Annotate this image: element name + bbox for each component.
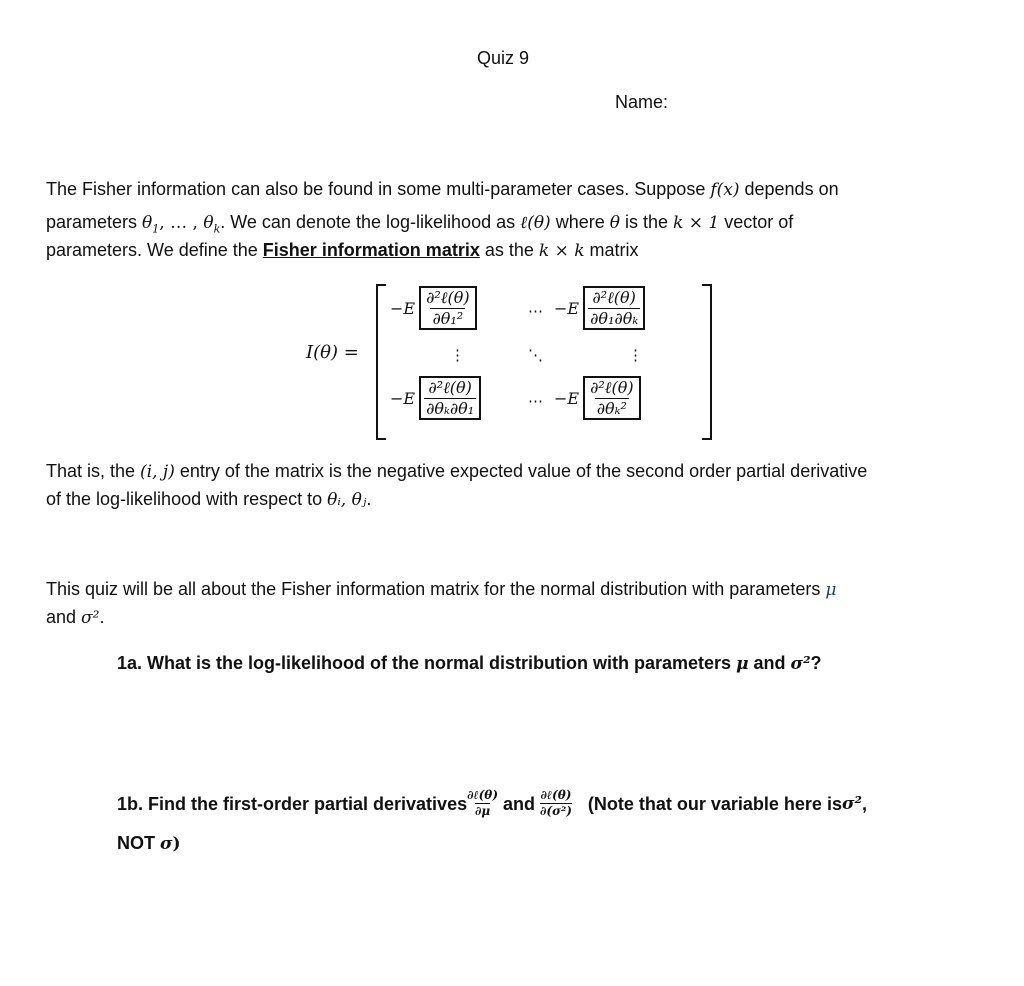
question-1a: 1a. What is the log-likelihood of the no… (117, 648, 822, 679)
expectation-bracket: ∂²ℓ(θ) ∂θ₁∂θₖ (583, 286, 646, 330)
partial-mu-fraction: ∂ℓ(θ) ∂μ (467, 788, 498, 819)
math-sigma-squared: σ² (81, 608, 100, 628)
intro-text: is the (619, 212, 674, 232)
frac-numerator: ∂²ℓ(θ) (426, 288, 470, 307)
intro-line-1: The Fisher information can also be found… (46, 174, 839, 205)
frac-numerator: ∂²ℓ(θ) (592, 288, 636, 307)
frac-denominator: ∂(σ²) (540, 803, 572, 818)
neg-expectation: −E (554, 298, 580, 318)
math-k-by-k: k × k (538, 241, 585, 261)
expectation-bracket: ∂²ℓ(θ) ∂θₖ∂θ₁ (419, 376, 482, 420)
math-ellipsis: , … , (159, 213, 204, 233)
intro-line-3: parameters. We define the Fisher informa… (46, 235, 639, 266)
matrix-lhs: I(θ) = (306, 342, 359, 363)
neg-expectation: −E (390, 388, 416, 408)
math-theta-vec: θ (609, 213, 620, 233)
ddots: ⋱ (528, 346, 543, 364)
frac-denominator: ∂θₖ∂θ₁ (424, 398, 477, 418)
explanation-text: entry of the matrix is the negative expe… (174, 461, 868, 481)
matrix-left-bracket (376, 284, 386, 440)
frac-denominator: ∂θ₁² (430, 308, 466, 328)
vdots-right: ⋮ (628, 346, 643, 364)
matrix-entry-k-k: −E ∂²ℓ(θ) ∂θₖ² (554, 376, 641, 420)
frac-denominator: ∂θₖ² (594, 398, 629, 418)
question-1a-text: and (748, 653, 791, 673)
scope-line-2: and σ². (46, 602, 104, 633)
scope-text: and (46, 607, 82, 627)
intro-text: The Fisher information can also be found… (46, 179, 711, 199)
fisher-matrix-term: Fisher information matrix (262, 240, 480, 260)
math-theta-ij: θᵢ, θⱼ (327, 490, 367, 510)
math-sigma: σ (160, 834, 173, 854)
hdots-top: ⋯ (528, 302, 543, 320)
intro-text: vector of (719, 212, 794, 232)
intro-text: parameters (46, 212, 143, 232)
intro-text: parameters. We define the (46, 240, 263, 260)
fisher-information-matrix: I(θ) = −E ∂²ℓ(θ) ∂θ₁² ⋯ −E ∂²ℓ(θ) ∂θ₁∂θₖ ⋮… (306, 280, 726, 445)
question-1b: 1b. Find the first-order partial derivat… (117, 788, 867, 819)
math-sigma-squared: σ² (841, 793, 862, 814)
hdots-bottom: ⋯ (528, 392, 543, 410)
question-1b-line-2: NOT σ) (117, 828, 181, 859)
partial-sigma2-fraction: ∂ℓ(θ) ∂(σ²) (540, 788, 572, 819)
frac-denominator: ∂θ₁∂θₖ (588, 308, 641, 328)
explanation-line-2: of the log-likelihood with respect to θᵢ… (46, 484, 371, 515)
scope-text: . (99, 607, 105, 627)
math-ij: (i, j) (140, 462, 175, 482)
vdots-left: ⋮ (450, 346, 465, 364)
question-1b-note: ) (172, 834, 181, 854)
question-1a-text: ? (810, 653, 822, 673)
math-fx: f(x) (710, 180, 740, 200)
matrix-entry-1-k: −E ∂²ℓ(θ) ∂θ₁∂θₖ (554, 286, 646, 330)
math-sigma-squared: σ² (790, 654, 811, 674)
scope-line-1: This quiz will be all about the Fisher i… (46, 574, 836, 605)
explanation-line-1: That is, the (i, j) entry of the matrix … (46, 456, 867, 487)
math-mu: μ (825, 580, 837, 600)
name-label: Name: (615, 92, 669, 112)
frac-numerator: ∂ℓ(θ) (467, 788, 498, 802)
expectation-bracket: ∂²ℓ(θ) ∂θₖ² (583, 376, 641, 420)
frac-numerator: ∂²ℓ(θ) (590, 378, 634, 397)
intro-text: depends on (739, 179, 839, 199)
explanation-text: of the log-likelihood with respect to (46, 489, 328, 509)
math-theta-1: θ1 (142, 213, 160, 236)
expectation-bracket: ∂²ℓ(θ) ∂θ₁² (419, 286, 477, 330)
frac-numerator: ∂²ℓ(θ) (428, 378, 472, 397)
question-1b-text: and (498, 793, 541, 814)
intro-text: where (550, 212, 610, 232)
math-mu: μ (736, 654, 749, 674)
intro-text: as the (479, 240, 539, 260)
frac-denominator: ∂μ (474, 803, 491, 818)
question-1b-note: NOT (117, 833, 160, 853)
intro-line-2: parameters θ1, … , θk. We can denote the… (46, 207, 793, 238)
math-theta-k: θk (203, 213, 221, 236)
math-loglik: ℓ(θ) (520, 213, 551, 233)
question-1a-text: 1a. What is the log-likelihood of the no… (117, 653, 737, 673)
question-1b-note: , (861, 793, 867, 814)
frac-numerator: ∂ℓ(θ) (540, 788, 572, 802)
explanation-text: . (366, 489, 372, 509)
quiz-title: Quiz 9 (477, 48, 530, 68)
matrix-entry-k-1: −E ∂²ℓ(θ) ∂θₖ∂θ₁ (390, 376, 482, 420)
neg-expectation: −E (390, 298, 416, 318)
question-1b-note: (Note that our variable here is (587, 793, 842, 814)
matrix-right-bracket (702, 284, 712, 440)
intro-text: . We can denote the log-likelihood as (220, 212, 521, 232)
explanation-text: That is, the (46, 461, 141, 481)
intro-text: matrix (584, 240, 639, 260)
math-k-by-1: k × 1 (673, 213, 720, 233)
matrix-entry-1-1: −E ∂²ℓ(θ) ∂θ₁² (390, 286, 477, 330)
neg-expectation: −E (554, 388, 580, 408)
question-1b-text: 1b. Find the first-order partial derivat… (117, 793, 468, 814)
scope-text: This quiz will be all about the Fisher i… (46, 579, 826, 599)
